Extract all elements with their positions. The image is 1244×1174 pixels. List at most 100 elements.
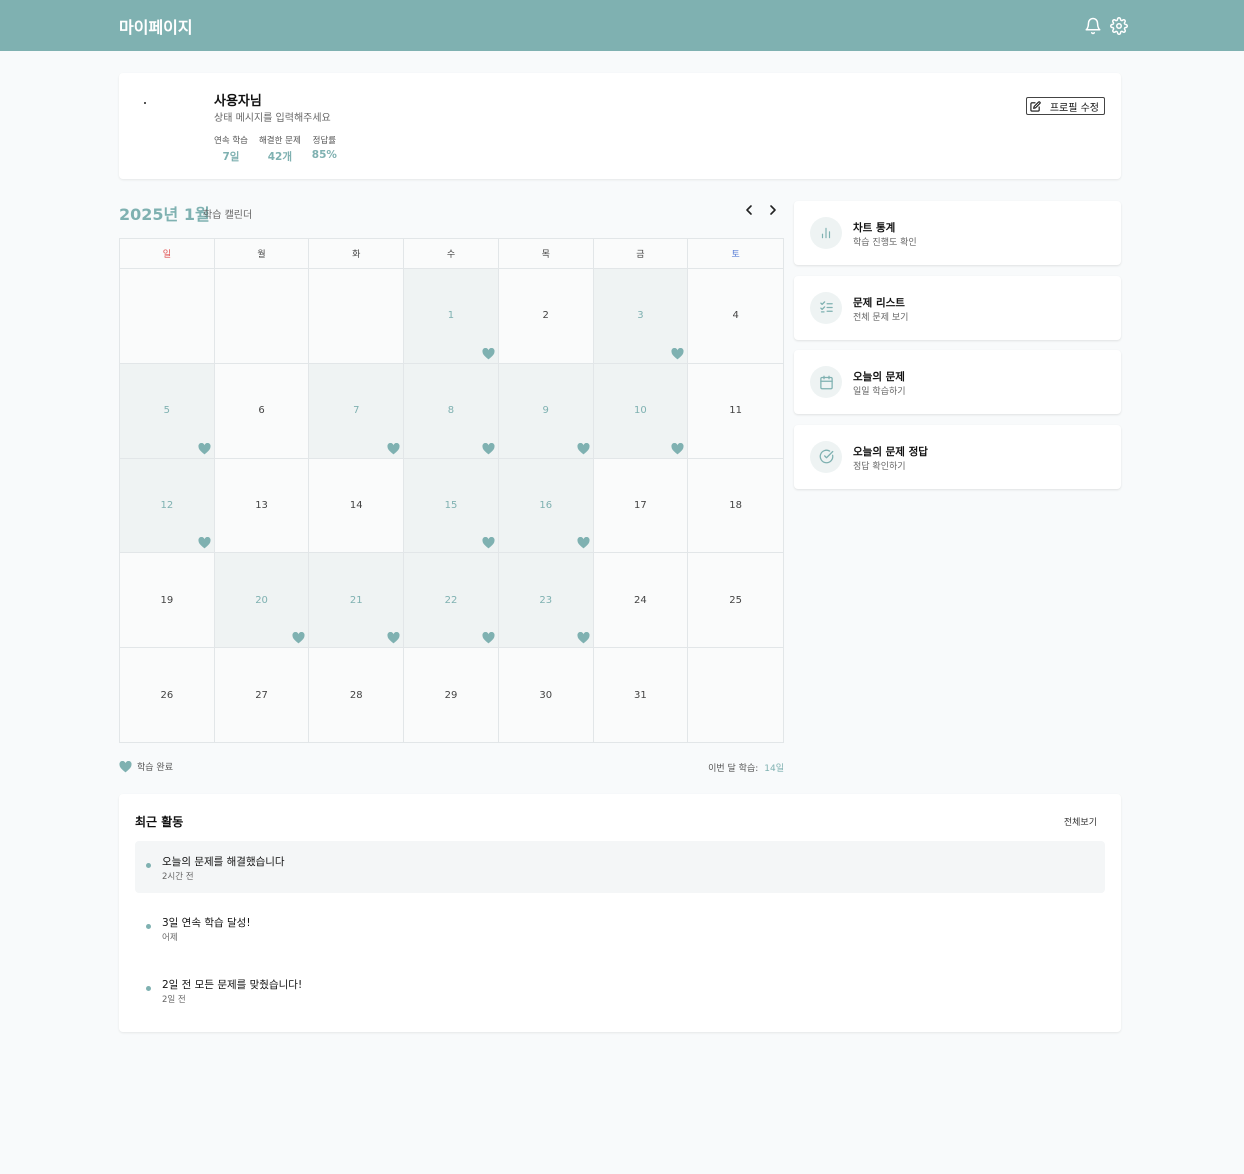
heart-icon [671, 347, 684, 360]
calendar-empty-cell [214, 269, 310, 364]
stat-label: 해결한 문제 [258, 136, 301, 146]
bullet-dot [146, 863, 151, 868]
heart-icon [482, 632, 495, 644]
view-all-link[interactable]: 전체보기 [1064, 815, 1097, 828]
weekday-label: 토 [731, 250, 740, 260]
checklist-icon [810, 291, 842, 324]
calendar-day[interactable]: 9 [498, 363, 594, 459]
calendar-day[interactable]: 4 [688, 269, 783, 364]
calendar-day[interactable]: 1 [404, 269, 499, 364]
day-number: 26 [160, 690, 174, 702]
stat-value: 42개 [267, 151, 293, 163]
stat-solved: 해결한 문제 42개 [259, 134, 301, 164]
calendar-day[interactable]: 13 [214, 458, 310, 554]
day-number: 19 [160, 594, 174, 606]
calendar-day[interactable]: 18 [688, 459, 783, 554]
profile-name: 사용자님 [214, 94, 262, 109]
heart-icon [577, 537, 590, 549]
avatar [143, 97, 195, 149]
day-number: 27 [255, 690, 268, 702]
day-number: 2 [542, 310, 549, 322]
stat-value: 7일 [222, 151, 240, 163]
weekday-header: 일월화수목금 토 [120, 239, 783, 269]
gear-icon[interactable] [1110, 16, 1128, 35]
calendar-nav [744, 203, 778, 217]
calendar-day[interactable]: 31 [594, 648, 689, 743]
menu-chart-stats[interactable]: 차트 통계 학습 진행도 확인 [794, 201, 1121, 265]
calendar-day[interactable]: 17 [593, 458, 689, 554]
day-number: 4 [732, 310, 739, 322]
stat-label: 연속 학습 [214, 136, 248, 146]
calendar-day[interactable]: 29 [404, 648, 499, 743]
chevron-right-icon[interactable] [768, 203, 778, 217]
day-number: 24 [634, 594, 647, 606]
calendar-day[interactable]: 27 [215, 648, 310, 743]
calendar-icon [810, 366, 842, 398]
calendar-day[interactable]: 28 [309, 648, 405, 743]
weekday-label: 목 [499, 239, 594, 268]
chevron-left-icon[interactable] [744, 203, 754, 217]
calendar-day[interactable]: 5 [120, 363, 215, 459]
heart-icon [292, 632, 305, 644]
day-number: 6 [258, 405, 265, 417]
day-number: 8 [447, 405, 455, 417]
heart-icon [119, 760, 132, 773]
calendar-day[interactable]: 26 [120, 648, 215, 743]
section-title: 최근 활동 [135, 815, 184, 829]
calendar-legend: 학습 완료 이번 달 학습: 14일 [119, 760, 784, 774]
heart-icon [577, 442, 590, 455]
day-number: 14 [349, 499, 363, 511]
menu-subtitle: 학습 진행도 확인 [853, 238, 917, 248]
weekday-label: 월 [215, 239, 310, 268]
menu-problem-list[interactable]: 문제 리스트 전체 문제 보기 [794, 275, 1121, 340]
bar-chart-icon [810, 217, 842, 249]
quick-menu: 차트 통계 학습 진행도 확인 문제 리스트 전체 문제 보기 오늘의 문제 일… [794, 201, 1121, 499]
activity-title: 2일 전 모든 문제를 맞췄습니다! [162, 979, 303, 991]
calendar-day[interactable]: 11 [688, 364, 783, 459]
calendar-day[interactable]: 12 [120, 458, 215, 554]
calendar-day[interactable]: 7 [309, 363, 405, 459]
month-total-label: 이번 달 학습: [708, 764, 759, 774]
day-number: 3 [637, 310, 644, 322]
month-total-value: 14일 [764, 764, 784, 774]
menu-daily-answer[interactable]: 오늘의 문제 정답 정답 확인하기 [794, 424, 1121, 489]
calendar-day[interactable]: 15 [404, 458, 499, 554]
weekday-label: 금 [594, 239, 689, 268]
edit-profile-button[interactable]: 프로필 수정 [1025, 97, 1105, 115]
calendar-day[interactable]: 24 [593, 553, 689, 649]
bullet-dot [146, 924, 151, 929]
calendar-day[interactable]: 3 [593, 269, 689, 364]
day-number: 20 [255, 594, 268, 606]
day-number: 21 [349, 594, 363, 606]
activity-item[interactable]: 오늘의 문제를 해결했습니다 2시간 전 [135, 841, 1105, 893]
calendar-day[interactable]: 19 [120, 553, 215, 649]
day-number: 12 [160, 499, 174, 511]
calendar-day[interactable]: 30 [499, 648, 594, 743]
calendar-subtitle: 학습 캘린더 [203, 210, 253, 221]
menu-title: 문제 리스트 [853, 296, 905, 309]
heart-icon [482, 442, 495, 455]
calendar-day[interactable]: 14 [309, 458, 405, 554]
calendar-day[interactable]: 16 [498, 458, 594, 554]
calendar-day[interactable]: 6 [214, 363, 310, 459]
calendar-day[interactable]: 20 [214, 553, 310, 649]
heart-icon [671, 442, 684, 455]
calendar-day[interactable]: 10 [593, 363, 689, 459]
bell-icon[interactable] [1084, 17, 1102, 35]
day-number: 5 [163, 405, 171, 417]
calendar-day[interactable]: 8 [404, 363, 499, 459]
weekday-label: 화 [309, 239, 405, 268]
calendar-day[interactable]: 2 [498, 269, 594, 364]
day-number: 10 [634, 405, 647, 417]
activity-item[interactable]: 2일 전 모든 문제를 맞췄습니다! 2일 전 [135, 964, 1105, 1016]
page-title: 마이페이지 [119, 17, 193, 37]
activity-item[interactable]: 3일 연속 학습 달성! 어제 [135, 902, 1105, 954]
calendar-day[interactable]: 23 [498, 553, 594, 649]
menu-daily-problem[interactable]: 오늘의 문제 일일 학습하기 [794, 350, 1121, 414]
day-number: 9 [542, 405, 549, 417]
check-circle-icon [810, 440, 842, 473]
calendar-day[interactable]: 21 [309, 553, 405, 649]
calendar-day[interactable]: 22 [404, 553, 499, 649]
calendar-day[interactable]: 25 [688, 553, 783, 649]
activity-time: 2시간 전 [162, 872, 194, 882]
